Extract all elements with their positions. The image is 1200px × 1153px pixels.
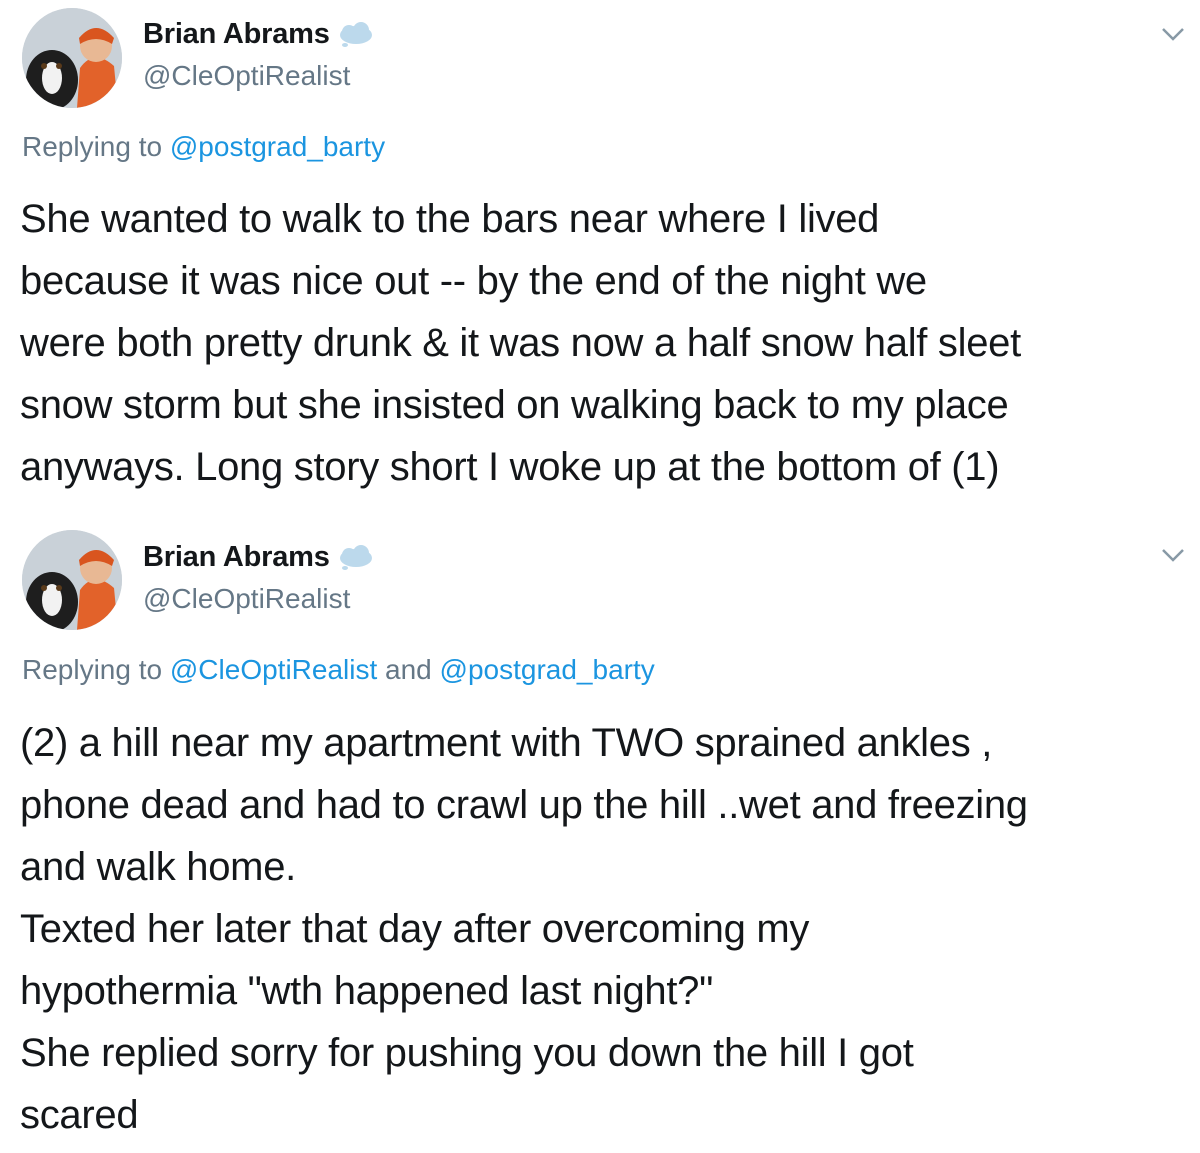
replying-to-prefix: Replying to (22, 654, 163, 685)
cloud-icon (339, 544, 372, 570)
replying-to-prefix: Replying to (22, 131, 163, 162)
author-name-row: Brian Abrams (143, 541, 376, 574)
tweet-text: She wanted to walk to the bars near wher… (20, 197, 1021, 489)
cloud-icon (339, 21, 372, 47)
mention-link[interactable]: @postgrad_barty (170, 131, 385, 162)
avatar[interactable] (22, 530, 122, 630)
avatar[interactable] (22, 8, 122, 108)
replying-to-line: Replying to @postgrad_barty (22, 131, 385, 163)
author-handle[interactable]: @CleOptiRealist (143, 583, 350, 615)
author-name[interactable]: Brian Abrams (143, 18, 330, 51)
replying-to-line: Replying to @CleOptiRealist and @postgra… (22, 654, 655, 686)
author-name[interactable]: Brian Abrams (143, 541, 330, 574)
replying-to-joiner: and (385, 654, 432, 685)
mention-link[interactable]: @postgrad_barty (440, 654, 655, 685)
author-name-row: Brian Abrams (143, 18, 376, 51)
chevron-down-icon[interactable] (1158, 545, 1188, 565)
author-handle[interactable]: @CleOptiRealist (143, 60, 350, 92)
chevron-down-icon[interactable] (1158, 24, 1188, 44)
mention-link[interactable]: @CleOptiRealist (170, 654, 377, 685)
tweet-text: (2) a hill near my apartment with TWO sp… (20, 721, 1028, 1137)
